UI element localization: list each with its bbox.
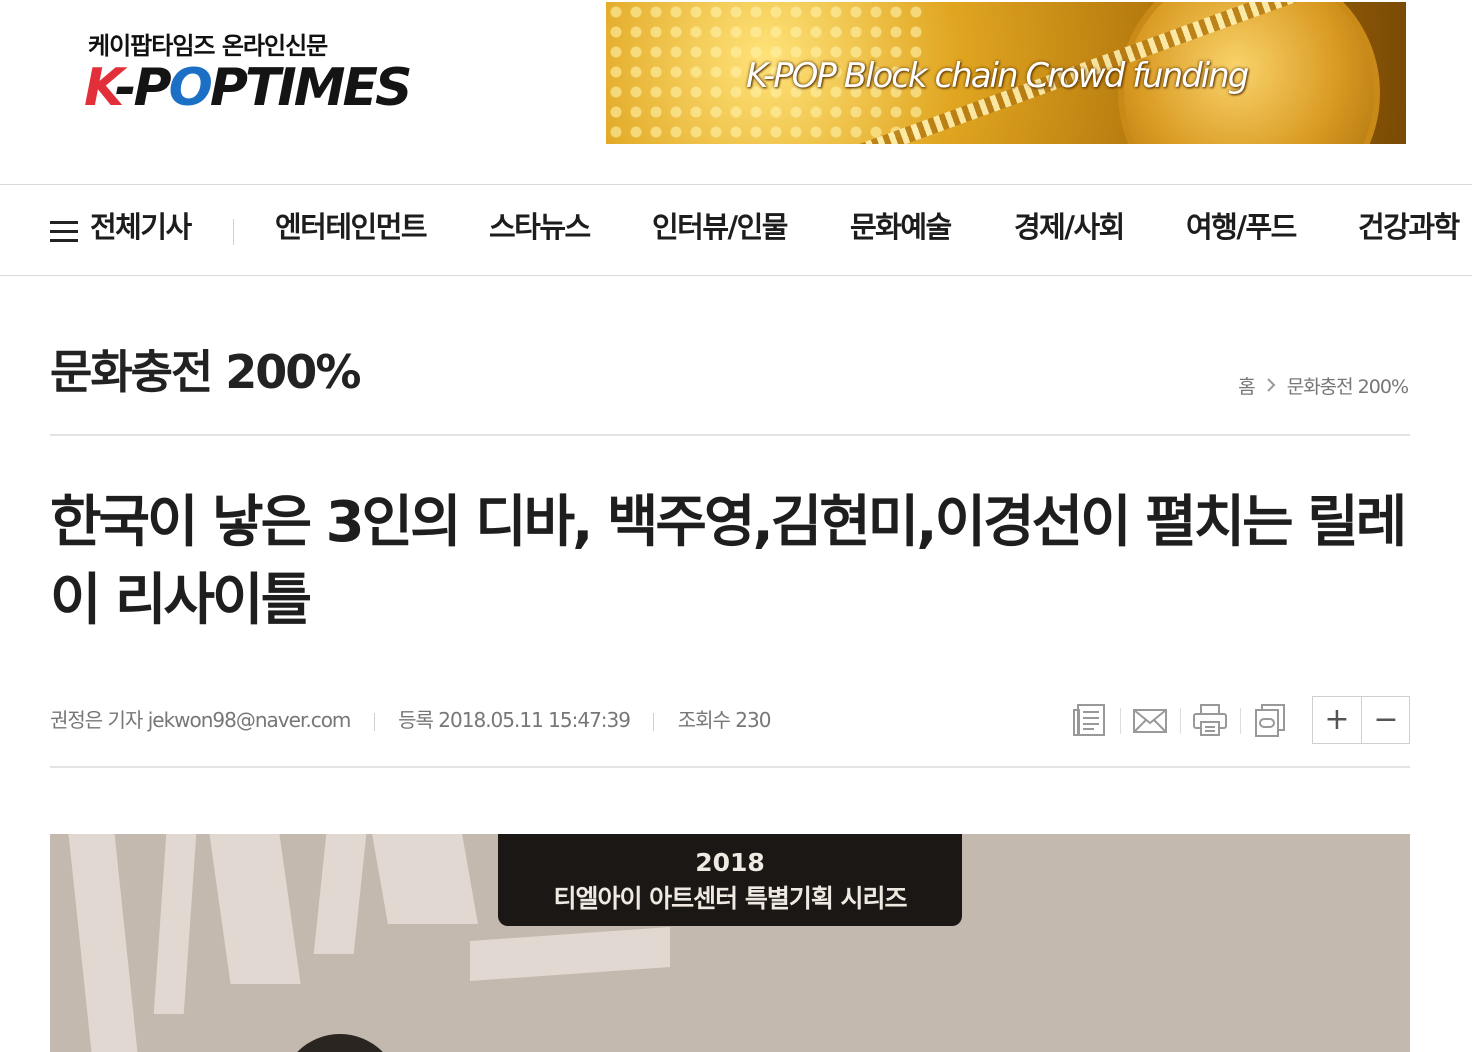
ad-banner[interactable]: K-POP Block chain Crowd funding	[606, 2, 1406, 144]
nav-all-articles[interactable]: 전체기사	[90, 185, 192, 275]
tool-divider	[1120, 708, 1121, 734]
brush-stroke	[372, 834, 478, 924]
section-title: 문화충전 200%	[50, 345, 361, 399]
breadcrumb-home[interactable]: 홈	[1238, 376, 1256, 398]
nav-item-star-news[interactable]: 스타뉴스	[489, 185, 591, 275]
email-icon[interactable]	[1132, 702, 1172, 742]
brush-stroke	[68, 834, 138, 1052]
article-image: 2018 티엘아이 아트센터 특별기획 시리즈	[50, 834, 1410, 1052]
article-author: 권정은 기자 jekwon98@naver.com	[50, 708, 351, 732]
section-divider	[50, 434, 1410, 436]
scrap-icon[interactable]	[1252, 702, 1292, 742]
image-caption-year: 2018	[695, 848, 765, 877]
meta-divider	[653, 713, 655, 731]
nav-item-entertainment[interactable]: 엔터테인먼트	[275, 185, 428, 275]
main-nav: 전체기사 엔터테인먼트 스타뉴스 인터뷰/인물 문화예술 경제/사회 여행/푸드…	[0, 184, 1472, 276]
meta-divider-line	[50, 766, 1410, 768]
nav-item-health-science[interactable]: 건강과학	[1358, 185, 1460, 275]
brush-stroke	[313, 834, 367, 954]
breadcrumb: 홈 문화충전 200%	[1238, 372, 1409, 399]
brush-stroke	[209, 834, 301, 984]
banner-text: K-POP Block chain Crowd funding	[746, 56, 1249, 96]
nav-item-economy-society[interactable]: 경제/사회	[1014, 185, 1125, 275]
font-decrease-button[interactable]: −	[1362, 697, 1410, 743]
menu-icon[interactable]	[50, 221, 78, 243]
article-view-count: 조회수 230	[677, 708, 772, 732]
nav-item-interview[interactable]: 인터뷰/인물	[652, 185, 789, 275]
logo-letter-p2: P	[209, 58, 248, 118]
logo-subtitle[interactable]: 케이팝타임즈 온라인신문	[88, 26, 328, 61]
brush-stroke	[470, 927, 670, 981]
image-caption-text: 티엘아이 아트센터 특별기획 시리즈	[553, 884, 907, 913]
breadcrumb-current[interactable]: 문화충전 200%	[1287, 376, 1409, 398]
article-registered-date: 등록 2018.05.11 15:47:39	[398, 708, 631, 732]
site-header: 케이팝타임즈 온라인신문 K-POPTIMES K-POP Block chai…	[0, 0, 1472, 184]
performer-photo	[280, 1034, 400, 1052]
logo-dash: -	[114, 58, 137, 118]
logo-letter-k: K	[84, 58, 118, 118]
article-meta: 권정은 기자 jekwon98@naver.com 등록 2018.05.11 …	[50, 704, 772, 733]
nav-item-culture-art[interactable]: 문화예술	[850, 185, 952, 275]
font-increase-button[interactable]: +	[1313, 697, 1361, 743]
chevron-right-icon	[1266, 376, 1276, 398]
nav-item-travel-food[interactable]: 여행/푸드	[1186, 185, 1297, 275]
image-caption-box: 2018 티엘아이 아트센터 특별기획 시리즈	[498, 834, 962, 926]
tool-divider	[1180, 708, 1181, 734]
logo-letter-o: O	[168, 58, 213, 118]
print-icon[interactable]	[1192, 702, 1232, 742]
logo-letter-p1: P	[133, 58, 171, 118]
logo-letters-times: TIMES	[244, 58, 413, 118]
site-logo[interactable]: K-POPTIMES	[84, 62, 412, 114]
font-size-control: + −	[1312, 696, 1410, 744]
tool-divider	[1240, 708, 1241, 734]
brush-stroke	[153, 834, 197, 1014]
article-headline: 한국이 낳은 3인의 디바, 백주영,김현미,이경선이 펼치는 릴레이 리사이틀	[50, 490, 1407, 633]
article-list-icon[interactable]	[1072, 702, 1112, 742]
nav-divider	[233, 219, 234, 245]
meta-divider	[373, 713, 375, 731]
